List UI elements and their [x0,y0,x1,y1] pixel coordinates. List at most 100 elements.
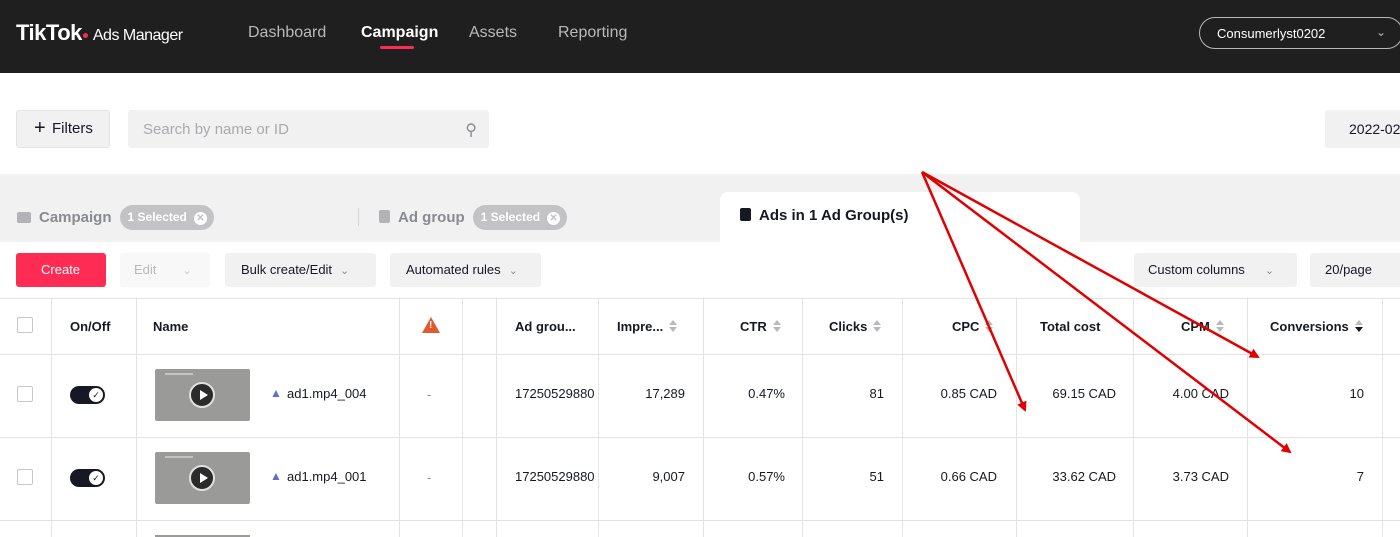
play-icon[interactable] [189,465,215,491]
create-button[interactable]: Create [16,253,106,287]
tab-ad-group[interactable]: Ad group 1 Selected ✕ [379,205,568,230]
search-icon[interactable]: ⚲ [465,120,477,140]
header-conversions[interactable]: Conversions [1270,319,1363,334]
custom-columns-dropdown[interactable]: Custom columns ⌄ [1134,253,1297,287]
status-toggle[interactable]: ✓ [70,386,105,404]
ads-table: On/Off Name Ad grou... Impre... CTR Clic… [0,298,1400,537]
check-icon: ✓ [89,388,103,402]
ad-icon [740,208,751,221]
row-divider [0,298,1400,299]
column-divider [51,298,52,537]
row-checkbox[interactable] [17,469,33,485]
header-clicks-label: Clicks [829,319,868,334]
brand-sub: Ads Manager [92,27,183,44]
status-cell: - [427,387,432,402]
header-clicks[interactable]: Clicks [829,319,882,334]
tiktok-ads-manager-logo[interactable]: TikTok Ads Manager [16,20,183,46]
status-cell: - [427,470,432,485]
sort-icon[interactable] [772,320,781,332]
cpm-value: 3.73 CAD [1172,469,1229,484]
header-cpm[interactable]: CPM [1181,319,1224,334]
impressions-value: 9,007 [652,469,685,484]
status-toggle[interactable]: ✓ [70,469,105,487]
column-divider [1133,298,1134,537]
clicks-value: 81 [869,386,884,401]
select-all-checkbox[interactable] [17,317,33,333]
plus-icon: + [34,117,46,139]
header-ctr-label: CTR [740,319,767,334]
top-nav-bar: TikTok Ads Manager Dashboard Campaign Ass… [0,0,1400,73]
column-divider [496,298,497,537]
ctr-value: 0.57% [748,469,785,484]
tab-campaign-label: Campaign [39,209,112,226]
warning-icon [422,317,440,333]
bulk-create-edit-dropdown[interactable]: Bulk create/Edit ⌄ [225,253,376,287]
column-divider [399,298,400,537]
row-checkbox[interactable] [17,386,33,402]
column-divider [902,298,903,537]
tab-divider [358,208,359,226]
edit-dropdown[interactable]: Edit ⌄ [120,253,210,287]
chevron-down-icon: ⌄ [1375,25,1386,39]
impressions-value: 17,289 [645,386,685,401]
header-conversions-label: Conversions [1270,319,1349,334]
chevron-down-icon: ⌄ [1264,265,1275,277]
header-cpc[interactable]: CPC [952,319,994,334]
automated-rules-dropdown[interactable]: Automated rules ⌄ [390,253,541,287]
sort-desc-icon[interactable] [1354,320,1363,332]
header-ctr[interactable]: CTR [740,319,781,334]
column-divider [1382,298,1383,537]
nav-campaign[interactable]: Campaign [361,24,438,42]
rules-label: Automated rules [406,262,501,277]
ctr-value: 0.47% [748,386,785,401]
sort-icon[interactable] [985,320,994,332]
ad-hierarchy-icon: ▲ [270,469,282,483]
header-total-cost[interactable]: Total cost [1040,319,1100,334]
sort-icon[interactable] [873,320,882,332]
account-selector[interactable]: Consumerlyst0202 ⌄ [1199,17,1400,49]
header-impressions-label: Impre... [617,319,664,334]
nav-dashboard[interactable]: Dashboard [248,24,326,42]
account-name: Consumerlyst0202 [1217,26,1326,41]
campaign-badge-text: 1 Selected [127,210,187,224]
folder-icon [17,212,31,223]
clear-adgroup-icon[interactable]: ✕ [547,212,561,225]
clicks-value: 51 [869,469,884,484]
sort-icon[interactable] [1215,320,1224,332]
level-tabs: Campaign 1 Selected ✕ Ad group 1 Selected ✕ … [0,174,1400,242]
column-divider [598,298,599,537]
nav-assets[interactable]: Assets [469,24,517,42]
search-input[interactable] [128,110,428,148]
conversions-value: 7 [1356,469,1364,484]
ad-hierarchy-icon: ▲ [270,386,282,400]
cpm-value: 4.00 CAD [1172,386,1229,401]
column-divider [1247,298,1248,537]
play-icon[interactable] [189,382,215,408]
custom-columns-label: Custom columns [1148,262,1245,277]
ad-name[interactable]: ad1.mp4_004 [287,386,367,401]
tab-campaign[interactable]: Campaign 1 Selected ✕ [17,205,214,230]
video-thumbnail[interactable] [155,452,250,504]
header-ad-group[interactable]: Ad grou... [515,319,576,334]
clear-campaign-icon[interactable]: ✕ [193,212,207,225]
search-box[interactable]: ⚲ [128,110,489,148]
header-name: Name [153,319,189,334]
date-range-picker[interactable]: 2022-02 [1325,110,1400,148]
video-thumbnail[interactable] [155,369,250,421]
adgroup-selected-badge[interactable]: 1 Selected ✕ [472,205,568,230]
tab-ads[interactable]: Ads in 1 Ad Group(s) [720,192,1080,242]
campaign-selected-badge[interactable]: 1 Selected ✕ [119,205,214,230]
ad-group-id: 17250529880 [515,469,595,484]
filters-button[interactable]: + Filters [16,110,110,148]
chevron-down-icon: ⌄ [182,265,192,277]
cpc-value: 0.85 CAD [940,386,997,401]
nav-reporting[interactable]: Reporting [558,24,627,42]
sort-icon[interactable] [669,320,678,332]
row-divider [0,354,1400,355]
brand-name: TikTok [16,20,82,45]
column-divider [462,298,463,537]
cpc-value: 0.66 CAD [940,469,997,484]
ad-name[interactable]: ad1.mp4_001 [287,469,367,484]
page-size-dropdown[interactable]: 20/page [1310,253,1400,287]
header-impressions[interactable]: Impre... [617,319,678,334]
